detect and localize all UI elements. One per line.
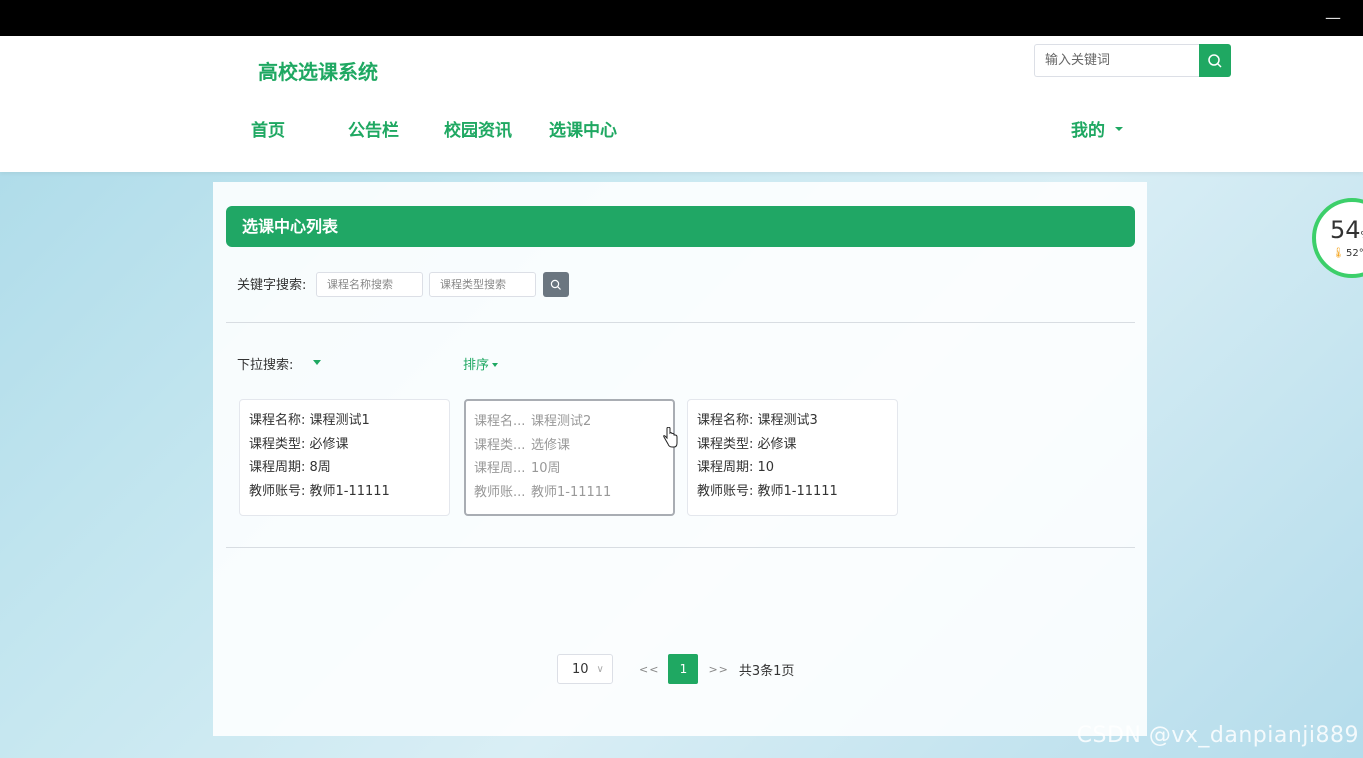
field-label: 教师账号: (249, 483, 310, 499)
nav-item-course-center[interactable]: 选课中心 (549, 116, 617, 141)
field-label: 课程周... (474, 461, 526, 477)
course-type-search-input[interactable]: 课程类型搜索 (429, 272, 536, 297)
course-name-search-input[interactable]: 课程名称搜索 (316, 272, 423, 297)
course-card[interactable]: 课程名... 课程测试2 课程类... 选修课 课程周... 10周 教师账... 教师… (464, 399, 675, 516)
prev-page-button[interactable]: << (639, 663, 659, 676)
card-row: 课程名称: 课程测试3 (697, 409, 888, 433)
my-menu[interactable]: 我的 (1071, 116, 1123, 141)
header-search-button[interactable] (1199, 44, 1231, 77)
field-label: 课程类... (474, 437, 526, 453)
window-title-bar: — (0, 0, 1363, 36)
field-value: 教师1-11111 (531, 484, 612, 500)
gauge-temperature: 52°C (1346, 248, 1363, 259)
course-card[interactable]: 课程名称: 课程测试1 课程类型: 必修课 课程周期: 8周 教师账号: 教师1… (239, 399, 450, 516)
nav-item-notice-board[interactable]: 公告栏 (348, 116, 399, 141)
field-value: 课程测试2 (531, 414, 592, 429)
card-row: 课程周... 10周 (474, 457, 665, 481)
card-row: 课程名... 课程测试2 (474, 410, 665, 434)
header-search-input[interactable] (1034, 44, 1199, 77)
card-row: 教师账号: 教师1-11111 (697, 480, 888, 504)
field-value: 必修课 (757, 436, 797, 452)
card-row: 教师账号: 教师1-11111 (249, 480, 440, 504)
main-nav: 首页 公告栏 校园资讯 选课中心 (0, 116, 1363, 141)
course-card[interactable]: 课程名称: 课程测试3 课程类型: 必修课 课程周期: 10 教师账号: 教师1… (687, 399, 898, 516)
minimize-button[interactable]: — (1325, 8, 1341, 27)
field-label: 课程名称: (697, 413, 758, 428)
my-menu-label: 我的 (1071, 121, 1105, 141)
performance-gauge[interactable]: 54% 🌡 52°C (1312, 198, 1363, 278)
field-value: 课程测试3 (757, 413, 818, 428)
page-number-button[interactable]: 1 (668, 654, 699, 684)
gauge-value: 54% (1330, 216, 1363, 244)
field-value: 10 (757, 460, 775, 476)
page-size-select[interactable]: 10 ∨ (557, 654, 613, 684)
field-value: 选修课 (531, 437, 571, 453)
card-row: 课程周期: 8周 (249, 456, 440, 480)
chevron-down-icon (1115, 126, 1123, 131)
card-row: 课程类型: 必修课 (697, 433, 888, 457)
field-label: 课程名称: (249, 413, 310, 428)
nav-item-campus-news[interactable]: 校园资讯 (444, 116, 512, 141)
field-value: 教师1-11111 (309, 483, 390, 499)
field-label: 课程类型: (249, 436, 310, 452)
watermark: CSDN @vx_danpianji889 (1076, 723, 1359, 748)
panel-title: 选课中心列表 (226, 206, 1135, 247)
pagination: 10 ∨ << 1 >> 共3条1页 (557, 654, 794, 684)
field-value: 教师1-11111 (757, 483, 838, 499)
course-center-panel: 选课中心列表 关键字搜索: 课程名称搜索 课程类型搜索 下拉搜索: 排序 课程名… (213, 182, 1147, 736)
caret-down-icon (492, 362, 499, 367)
card-row: 课程周期: 10 (697, 456, 888, 480)
temperature-icon: 🌡 (1332, 248, 1345, 259)
field-value: 8周 (309, 460, 331, 476)
keyword-search-label: 关键字搜索: (237, 278, 307, 293)
field-value: 10周 (531, 461, 561, 477)
field-label: 课程类型: (697, 436, 758, 452)
card-row: 课程类型: 必修课 (249, 433, 440, 457)
field-label: 课程周期: (249, 460, 310, 476)
nav-item-home[interactable]: 首页 (251, 116, 285, 141)
page-size-value: 10 (572, 661, 589, 677)
field-value: 必修课 (309, 436, 349, 452)
field-label: 教师账号: (697, 483, 758, 499)
field-label: 教师账... (474, 484, 526, 500)
sort-label: 排序 (463, 358, 490, 373)
dropdown-search-toggle[interactable] (313, 360, 321, 365)
card-row: 教师账... 教师1-11111 (474, 481, 665, 505)
chevron-down-icon: ∨ (596, 663, 604, 675)
field-value: 课程测试1 (309, 413, 370, 428)
hand-cursor-icon (663, 427, 678, 448)
site-title[interactable]: 高校选课系统 (258, 56, 378, 85)
search-icon (550, 279, 561, 290)
next-page-button[interactable]: >> (708, 663, 728, 676)
field-label: 课程名... (474, 414, 526, 429)
card-row: 课程类... 选修课 (474, 434, 665, 458)
divider (226, 322, 1135, 323)
keyword-search-button[interactable] (543, 272, 569, 297)
search-icon (1208, 53, 1222, 68)
dropdown-search-label: 下拉搜索: (237, 358, 294, 373)
header-search (1034, 44, 1231, 77)
divider (226, 547, 1135, 548)
pagination-total: 共3条1页 (738, 663, 795, 679)
sort-dropdown[interactable]: 排序 (463, 354, 499, 373)
card-row: 课程名称: 课程测试1 (249, 409, 440, 433)
field-label: 课程周期: (697, 460, 758, 476)
site-header: 高校选课系统 首页 公告栏 校园资讯 选课中心 我的 (0, 36, 1363, 172)
